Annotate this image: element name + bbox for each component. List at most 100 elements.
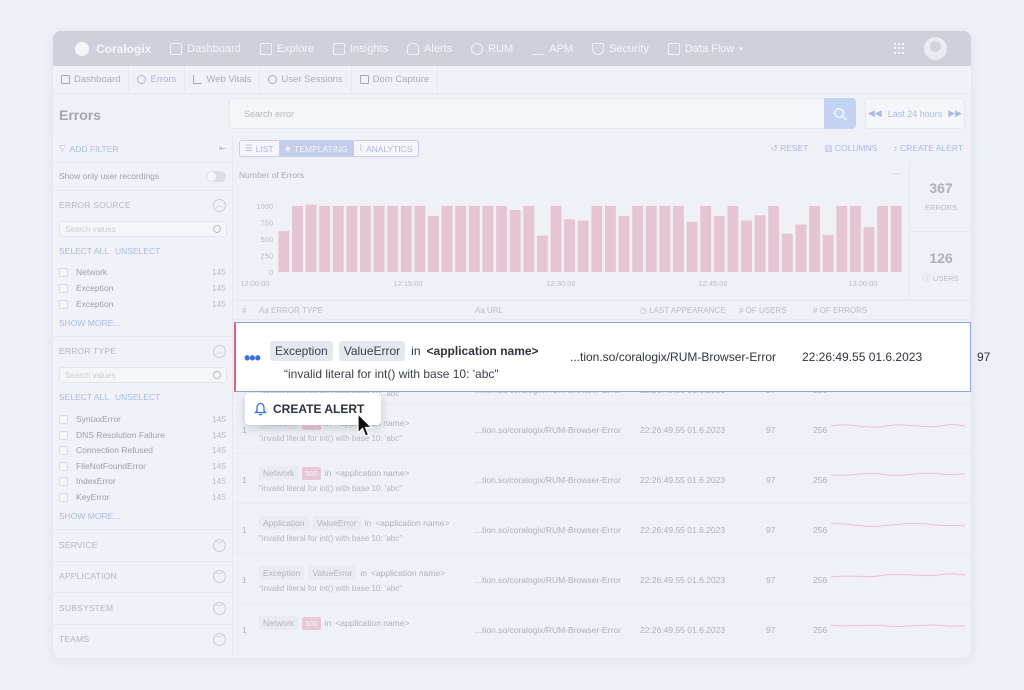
table-row[interactable]: 1 Network500in<application name> “invali… [233,454,971,504]
user-recordings-toggle[interactable] [206,170,226,182]
filter-option[interactable]: Network 145 [59,267,226,277]
teams-filter-header[interactable]: TEAMS ﹀ [59,632,226,646]
filter-option[interactable]: SyntaxError 145 [59,414,226,424]
filter-option[interactable]: IndexError 145 [59,476,226,486]
reset-button[interactable]: ↺ RESET [771,143,809,154]
forward-icon[interactable]: ▶▶ [948,108,962,119]
view-list-button[interactable]: ☰ LIST [240,141,280,156]
chart-bar[interactable] [577,220,589,272]
table-row[interactable]: 1 Exception ValueError in <application name… [233,554,971,604]
table-row[interactable]: 1 Network 500 in <application name> ...tion… [233,604,971,654]
chevron-down-icon[interactable]: ﹀ [213,569,226,583]
checkbox[interactable] [59,461,68,471]
chart-bar[interactable] [414,206,426,272]
nav-apm[interactable]: APM [532,43,573,55]
chart-bar[interactable] [659,206,671,272]
search-input[interactable] [230,99,810,128]
chart-bar[interactable] [482,206,494,272]
chart-bar[interactable] [836,206,848,272]
filter-option[interactable]: Exception 145 [59,283,226,293]
chart-bar[interactable] [632,206,644,272]
chart-bar[interactable] [822,235,834,272]
table-row[interactable]: 1 Application ValueError in <application na… [233,504,971,554]
chart-bar[interactable] [754,215,766,272]
nav-rum[interactable]: RUM [471,42,513,55]
chart-bar[interactable] [496,206,507,272]
error-type-search[interactable]: Search values [59,367,227,383]
col-errors[interactable]: # OF ERRORS [813,306,867,315]
view-analytics-button[interactable]: ⌇ ANALYTICS [353,141,418,156]
add-filter-button[interactable]: ▽ ADD FILTER ⇤ [59,143,226,154]
chart-bar[interactable] [686,221,698,272]
application-filter-header[interactable]: APPLICATION ﹀ [59,569,226,583]
chart-bar[interactable] [863,227,875,272]
error-type-header[interactable]: ERROR TYPE ︿ [59,344,226,358]
nav-insights[interactable]: Insights [333,42,388,55]
chart-bar[interactable] [441,206,453,272]
time-range-picker[interactable]: ◀◀ Last 24 hours ▶▶ [865,98,965,129]
user-avatar[interactable] [924,37,947,60]
more-options-icon[interactable]: ••• [244,348,261,369]
chart-bar[interactable] [809,206,820,272]
search-button[interactable] [824,98,856,129]
chevron-down-icon[interactable]: ﹀ [213,601,226,615]
chart-bar[interactable] [768,206,780,272]
create-alert-button[interactable]: ♪ CREATE ALERT [893,143,963,154]
filter-option[interactable]: Exception 145 [59,299,226,309]
highlighted-error-row[interactable]: ••• Exception ValueError in <application… [234,322,990,392]
chart-bar[interactable] [673,206,684,272]
chart-bar[interactable] [795,224,807,272]
error-source-header[interactable]: ERROR SOURCE ︿ [59,198,226,212]
chart-bar[interactable] [550,206,562,272]
chart-bar[interactable] [523,206,535,272]
unselect-button[interactable]: UNSELECT [115,246,160,256]
brand-logo[interactable]: Coralogix [75,41,170,56]
col-error-type[interactable]: Aa ERROR TYPE [259,306,323,315]
chart-bar[interactable] [305,204,317,272]
chart-bar[interactable] [332,206,344,272]
tab-web-vitals[interactable]: Web Vitals [185,65,261,94]
chart-bar[interactable] [781,233,793,272]
service-filter-header[interactable]: SERVICE ﹀ [59,538,226,552]
chart-bar[interactable] [387,206,399,272]
nav-explore[interactable]: Explore [259,42,314,55]
show-more-button[interactable]: SHOW MORE... [59,318,226,328]
checkbox[interactable] [59,267,68,277]
chart-bar[interactable] [713,215,725,272]
chart-bar[interactable] [645,206,657,272]
tab-dashboard[interactable]: Dashboard [53,65,130,94]
chart-bar[interactable] [727,206,739,272]
filter-option[interactable]: FileNotFoundError 145 [59,461,226,471]
chart-bar[interactable] [428,215,439,272]
checkbox[interactable] [59,476,68,486]
unselect-button[interactable]: UNSELECT [115,392,160,402]
filter-option[interactable]: Connection Refused 145 [59,445,226,455]
col-url[interactable]: Aa URL [475,306,503,315]
select-all-button[interactable]: SELECT ALL [59,392,109,402]
checkbox[interactable] [59,414,68,424]
chart-bar[interactable] [564,219,576,272]
chart-bar[interactable] [890,206,902,272]
apps-grid-icon[interactable] [894,42,906,55]
col-last-appearance[interactable]: ◷ LAST APPEARANCE [640,306,726,315]
error-source-search[interactable]: Search values [59,221,227,237]
collapse-sidebar-icon[interactable]: ⇤ [219,143,226,154]
chart-bar[interactable] [604,206,616,272]
chevron-down-icon[interactable]: ﹀ [213,538,226,552]
columns-button[interactable]: ▥ COLUMNS [824,143,877,154]
chart-bar[interactable] [319,206,331,272]
chevron-up-icon[interactable]: ︿ [213,198,226,212]
chart-bar[interactable] [877,206,889,272]
chart-bar[interactable] [700,206,712,272]
nav-data-flow[interactable]: Data Flow ▾ [667,42,743,55]
chart-bar[interactable] [400,206,412,272]
chart-bar[interactable] [291,206,303,272]
chart-bar[interactable] [468,206,480,272]
tab-user-sessions[interactable]: User Sessions [260,65,352,94]
rewind-icon[interactable]: ◀◀ [868,108,882,119]
col-users[interactable]: # OF USERS [739,306,787,315]
filter-option[interactable]: KeyError 145 [59,492,226,502]
chart-bar[interactable] [509,209,521,272]
chart-bar[interactable] [741,220,752,272]
tab-dom-capture[interactable]: Dom Capture [352,65,439,94]
